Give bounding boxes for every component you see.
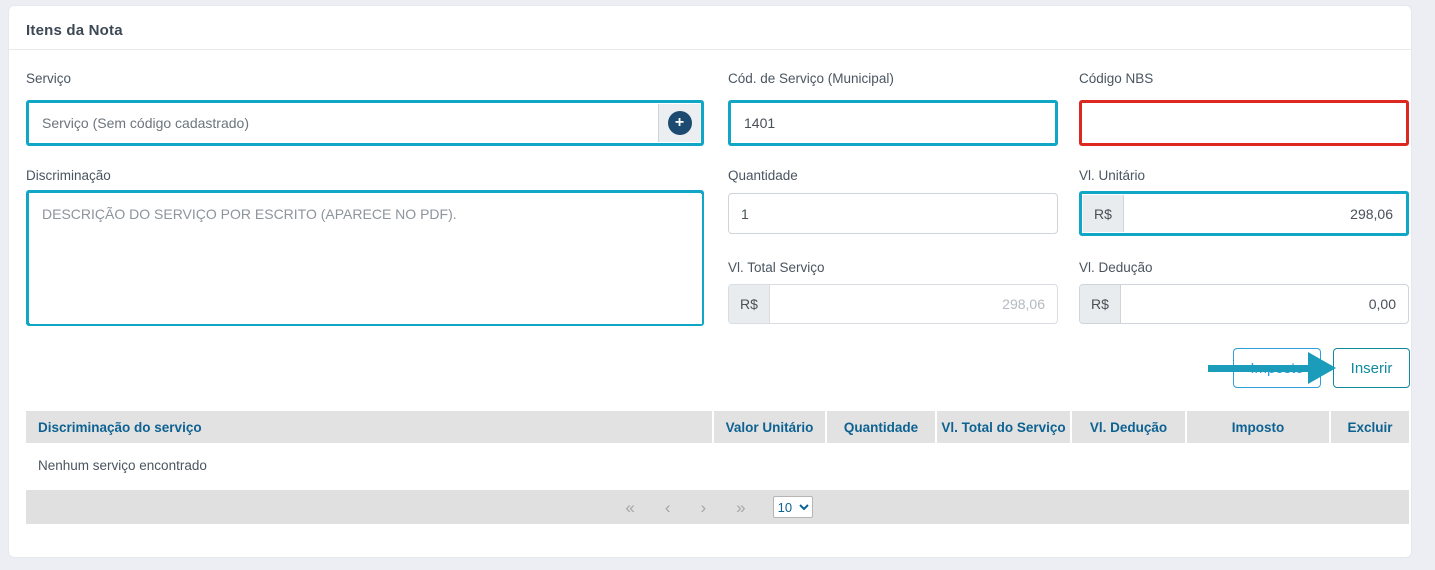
vl-total-servico-label: Vl. Total Serviço	[728, 260, 825, 275]
servico-input[interactable]	[30, 104, 658, 142]
vl-unitario-input[interactable]	[1124, 195, 1405, 232]
codigo-nbs-label: Código NBS	[1079, 71, 1153, 86]
vl-unitario-label: Vl. Unitário	[1079, 168, 1145, 183]
services-table: Discriminação do serviço Valor Unitário …	[26, 411, 1409, 524]
servico-field-group: +	[26, 100, 704, 146]
prev-page-icon[interactable]: ‹	[662, 499, 674, 516]
plus-icon: +	[668, 111, 692, 135]
cod-servico-municipal-label: Cód. de Serviço (Municipal)	[728, 71, 894, 86]
quantidade-label: Quantidade	[728, 168, 798, 183]
vl-unitario-field-group: R$	[1079, 191, 1409, 236]
discriminacao-label: Discriminação	[26, 168, 111, 183]
currency-prefix: R$	[729, 285, 770, 323]
cod-servico-field-group	[728, 100, 1058, 146]
col-vl-deducao: Vl. Dedução	[1072, 411, 1187, 443]
discriminacao-field-group: DESCRIÇÃO DO SERVIÇO POR ESCRITO (APAREC…	[26, 190, 704, 326]
add-service-button[interactable]: +	[658, 104, 700, 142]
inserir-button[interactable]: Inserir	[1333, 348, 1410, 388]
col-imposto: Imposto	[1187, 411, 1331, 443]
vl-total-servico-input	[770, 285, 1057, 323]
quantidade-field-group	[728, 193, 1058, 234]
col-discriminacao-servico: Discriminação do serviço	[26, 411, 714, 443]
currency-prefix: R$	[1083, 195, 1124, 232]
table-pagination: « ‹ › » 10	[26, 490, 1409, 524]
first-page-icon[interactable]: «	[622, 499, 637, 516]
codigo-nbs-field-group	[1079, 100, 1409, 146]
vl-deducao-label: Vl. Dedução	[1079, 260, 1153, 275]
cod-servico-municipal-input[interactable]	[732, 104, 1054, 142]
col-quantidade: Quantidade	[827, 411, 937, 443]
currency-prefix: R$	[1080, 285, 1121, 323]
page-title: Itens da Nota	[26, 22, 123, 39]
empty-table-message: Nenhum serviço encontrado	[26, 443, 1409, 490]
servico-label: Serviço	[26, 71, 71, 86]
codigo-nbs-input[interactable]	[1083, 104, 1405, 142]
discriminacao-textarea[interactable]: DESCRIÇÃO DO SERVIÇO POR ESCRITO (APAREC…	[30, 194, 702, 324]
table-header-row: Discriminação do serviço Valor Unitário …	[26, 411, 1409, 443]
annotation-arrow-shaft	[1208, 365, 1310, 372]
annotation-arrow-icon	[1308, 352, 1336, 384]
last-page-icon[interactable]: »	[733, 499, 748, 516]
quantidade-input[interactable]	[728, 193, 1058, 234]
header-divider	[9, 49, 1411, 50]
page-size-select[interactable]: 10	[773, 496, 813, 518]
col-vl-total-servico: Vl. Total do Serviço	[937, 411, 1072, 443]
col-valor-unitario: Valor Unitário	[714, 411, 827, 443]
vl-total-servico-field-group: R$	[728, 284, 1058, 324]
vl-deducao-field-group: R$	[1079, 284, 1409, 324]
col-excluir: Excluir	[1331, 411, 1409, 443]
next-page-icon[interactable]: ›	[698, 499, 710, 516]
vl-deducao-input[interactable]	[1121, 285, 1408, 323]
itens-da-nota-panel: Itens da Nota Serviço Cód. de Serviço (M…	[8, 5, 1412, 558]
